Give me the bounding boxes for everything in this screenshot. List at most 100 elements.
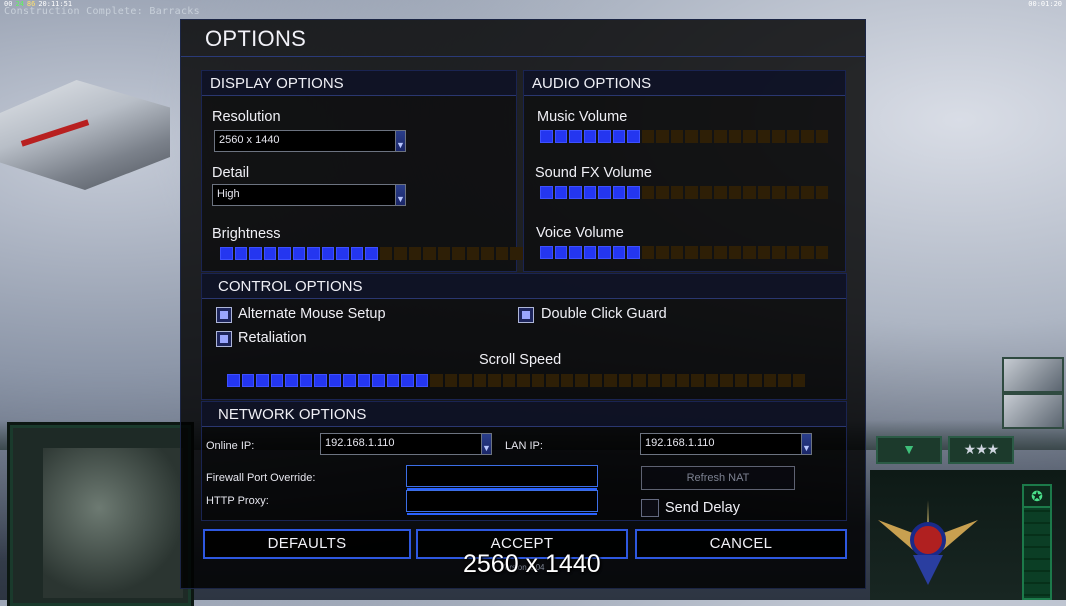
slider-segment[interactable] [270,374,283,387]
slider-segment[interactable] [612,186,625,199]
slider-segment[interactable] [801,186,814,199]
slider-segment[interactable] [714,130,727,143]
slider-segment[interactable] [452,247,465,260]
slider-segment[interactable] [481,247,494,260]
slider-segment[interactable] [699,186,712,199]
send-delay-checkbox[interactable] [641,499,659,517]
slider-segment[interactable] [473,374,486,387]
scroll-speed-slider[interactable] [227,374,805,387]
slider-segment[interactable] [437,247,450,260]
slider-segment[interactable] [598,130,611,143]
slider-segment[interactable] [641,186,654,199]
slider-segment[interactable] [307,247,320,260]
slider-segment[interactable] [786,246,799,259]
slider-segment[interactable] [792,374,805,387]
double-click-guard-checkbox[interactable] [518,307,534,323]
slider-segment[interactable] [627,246,640,259]
slider-segment[interactable] [743,130,756,143]
slider-segment[interactable] [656,186,669,199]
slider-segment[interactable] [423,247,436,260]
slider-segment[interactable] [386,374,399,387]
slider-segment[interactable] [357,374,370,387]
slider-segment[interactable] [343,374,356,387]
slider-segment[interactable] [546,374,559,387]
slider-segment[interactable] [299,374,312,387]
slider-segment[interactable] [676,374,689,387]
slider-segment[interactable] [612,246,625,259]
slider-segment[interactable] [241,374,254,387]
slider-segment[interactable] [670,130,683,143]
slider-segment[interactable] [540,246,553,259]
slider-segment[interactable] [612,130,625,143]
slider-segment[interactable] [379,247,392,260]
chevron-down-icon[interactable]: ▼ [801,434,811,454]
chevron-down-icon[interactable]: ▼ [395,131,405,151]
slider-segment[interactable] [488,374,501,387]
slider-segment[interactable] [641,130,654,143]
chevron-down-icon[interactable]: ▼ [395,185,405,205]
slider-segment[interactable] [510,247,523,260]
slider-segment[interactable] [734,374,747,387]
slider-segment[interactable] [220,247,233,260]
slider-segment[interactable] [763,374,776,387]
slider-segment[interactable] [778,374,791,387]
rank-stars-icon[interactable]: ★★★ [948,436,1014,464]
slider-segment[interactable] [372,374,385,387]
slider-segment[interactable] [714,246,727,259]
slider-segment[interactable] [772,186,785,199]
slider-segment[interactable] [728,186,741,199]
slider-segment[interactable] [502,374,515,387]
slider-segment[interactable] [517,374,530,387]
slider-segment[interactable] [685,186,698,199]
slider-segment[interactable] [670,186,683,199]
slider-segment[interactable] [772,130,785,143]
slider-segment[interactable] [786,130,799,143]
slider-segment[interactable] [815,186,828,199]
slider-segment[interactable] [540,130,553,143]
sound-fx-volume-slider[interactable] [540,186,828,199]
slider-segment[interactable] [554,130,567,143]
slider-segment[interactable] [641,246,654,259]
slider-segment[interactable] [256,374,269,387]
slider-segment[interactable] [321,247,334,260]
slider-segment[interactable] [598,246,611,259]
slider-segment[interactable] [815,130,828,143]
slider-segment[interactable] [743,186,756,199]
slider-segment[interactable] [699,130,712,143]
online-ip-select[interactable]: 192.168.1.110 ▼ [320,433,492,455]
slider-segment[interactable] [583,186,596,199]
slider-segment[interactable] [656,130,669,143]
slider-segment[interactable] [328,374,341,387]
slider-segment[interactable] [292,247,305,260]
refresh-nat-button[interactable]: Refresh NAT [641,466,795,490]
slider-segment[interactable] [633,374,646,387]
slider-segment[interactable] [444,374,457,387]
slider-segment[interactable] [365,247,378,260]
slider-segment[interactable] [772,246,785,259]
slider-segment[interactable] [786,186,799,199]
slider-segment[interactable] [815,246,828,259]
slider-segment[interactable] [278,247,291,260]
slider-segment[interactable] [749,374,762,387]
retaliation-checkbox[interactable] [216,331,232,347]
slider-segment[interactable] [757,186,770,199]
slider-segment[interactable] [554,186,567,199]
slider-segment[interactable] [459,374,472,387]
unit-thumbnail-2[interactable] [1002,393,1064,429]
slider-segment[interactable] [569,186,582,199]
slider-segment[interactable] [583,130,596,143]
slider-segment[interactable] [801,246,814,259]
slider-segment[interactable] [627,130,640,143]
brightness-slider[interactable] [220,247,523,260]
slider-segment[interactable] [575,374,588,387]
slider-segment[interactable] [728,246,741,259]
slider-segment[interactable] [656,246,669,259]
slider-segment[interactable] [336,247,349,260]
detail-select[interactable]: High ▼ [212,184,406,206]
slider-segment[interactable] [670,246,683,259]
slider-segment[interactable] [699,246,712,259]
slider-segment[interactable] [662,374,675,387]
slider-segment[interactable] [685,246,698,259]
slider-segment[interactable] [714,186,727,199]
cancel-button[interactable]: CANCEL [635,529,847,559]
